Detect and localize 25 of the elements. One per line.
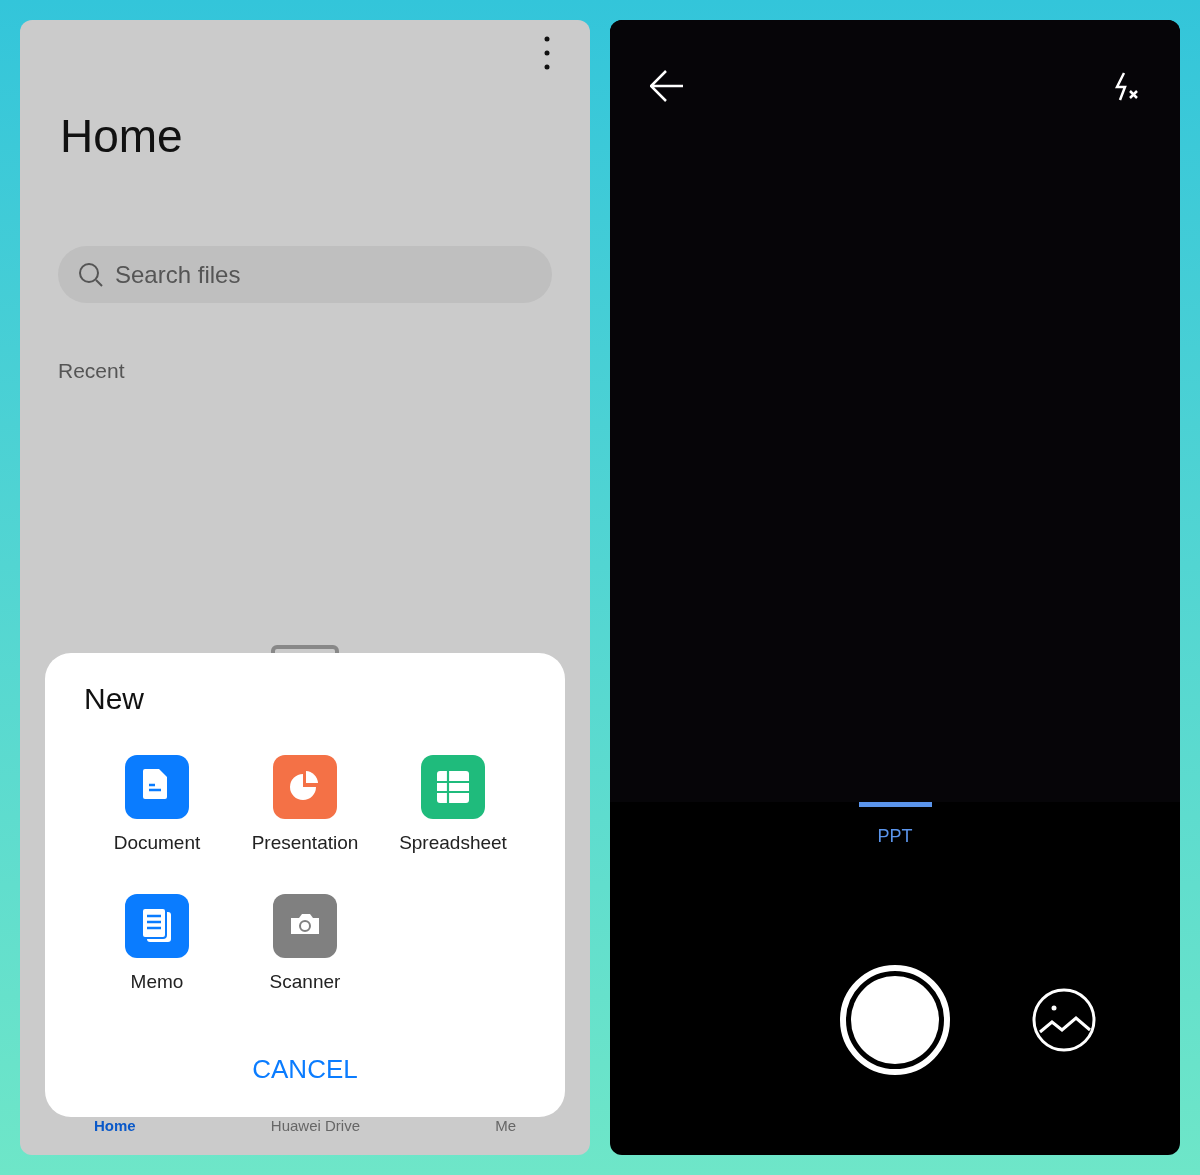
memo-icon [125, 893, 189, 958]
scanner-icon [273, 893, 337, 958]
page-title: Home [59, 109, 184, 164]
nav-tab[interactable]: Home [94, 1118, 136, 1133]
new-item[interactable]: Memo [83, 893, 231, 996]
section-heading: Recent [57, 358, 126, 384]
shutter-button[interactable] [840, 965, 950, 1075]
sheet-title: New [84, 681, 144, 717]
gallery-icon[interactable] [1032, 988, 1096, 1052]
spreadsheet-icon [421, 755, 485, 819]
new-item[interactable]: Presentation [231, 755, 379, 858]
search-icon [78, 262, 104, 288]
cancel-button[interactable]: CANCEL [252, 1050, 358, 1089]
new-item[interactable]: Document [83, 755, 231, 858]
nav-tab[interactable]: Huawei Drive [270, 1118, 360, 1133]
back-icon[interactable] [650, 70, 684, 102]
search-field[interactable]: Search files [58, 246, 552, 303]
nav-tab[interactable]: Me [495, 1118, 516, 1133]
new-item[interactable]: Spreadsheet [379, 755, 527, 858]
mode-tab[interactable]: PPT [858, 802, 932, 850]
new-item[interactable]: Scanner [231, 893, 379, 996]
presentation-icon [273, 755, 337, 819]
flash-off-icon[interactable] [1114, 72, 1140, 102]
more-icon[interactable] [544, 36, 550, 70]
document-icon [125, 755, 189, 819]
